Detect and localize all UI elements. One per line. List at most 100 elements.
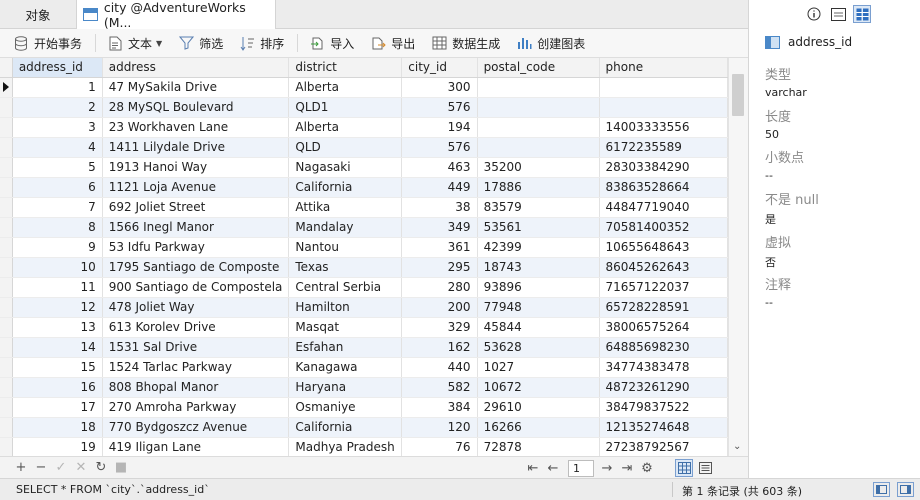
- grid-cell-postal-code[interactable]: 77948: [477, 297, 600, 318]
- panel-left-toggle-icon[interactable]: [873, 482, 890, 497]
- grid-cell-postal-code[interactable]: [477, 97, 600, 118]
- grid-cell-address-id[interactable]: 2: [12, 97, 103, 118]
- grid-cell-phone[interactable]: 71657122037: [599, 277, 728, 298]
- grid-cell-phone[interactable]: 70581400352: [599, 217, 728, 238]
- grid-cell-city-id[interactable]: 440: [401, 357, 478, 378]
- row-selector[interactable]: [0, 437, 13, 456]
- row-selector[interactable]: [0, 277, 13, 298]
- grid-cell-postal-code[interactable]: [477, 77, 600, 98]
- grid-cell-district[interactable]: California: [288, 177, 403, 198]
- table-row[interactable]: 11 900 Santiago de Compostela Central Serb…: [0, 277, 728, 298]
- grid-cell-city-id[interactable]: 349: [401, 217, 478, 238]
- column-header[interactable]: city_id: [401, 58, 478, 78]
- grid-cell-postal-code[interactable]: 18743: [477, 257, 600, 278]
- column-header[interactable]: phone: [599, 58, 728, 78]
- row-selector[interactable]: [0, 337, 13, 358]
- grid-cell-address-id[interactable]: 5: [12, 157, 103, 178]
- table-row[interactable]: 1 47 MySakila Drive Alberta 300: [0, 77, 728, 98]
- row-selector[interactable]: [0, 97, 13, 118]
- grid-cell-address[interactable]: 270 Amroha Parkway: [102, 397, 290, 418]
- grid-cell-address[interactable]: 900 Santiago de Compostela: [102, 277, 290, 298]
- grid-cell-postal-code[interactable]: 1027: [477, 357, 600, 378]
- grid-cell-district[interactable]: Central Serbia: [288, 277, 403, 298]
- table-row[interactable]: 2 28 MySQL Boulevard QLD1 576: [0, 97, 728, 118]
- form-view-icon[interactable]: [696, 459, 714, 477]
- grid-cell-address-id[interactable]: 7: [12, 197, 103, 218]
- grid-cell-phone[interactable]: 10655648643: [599, 237, 728, 258]
- discard-changes-icon[interactable]: ✕: [72, 459, 90, 477]
- grid-cell-postal-code[interactable]: 35200: [477, 157, 600, 178]
- grid-cell-phone[interactable]: 38006575264: [599, 317, 728, 338]
- next-page-icon[interactable]: →: [598, 459, 616, 477]
- grid-cell-city-id[interactable]: 194: [401, 117, 478, 138]
- column-header[interactable]: address: [102, 58, 290, 78]
- sort-button[interactable]: 排序: [236, 32, 287, 54]
- column-header[interactable]: postal_code: [477, 58, 600, 78]
- column-header[interactable]: district: [288, 58, 403, 78]
- settings-gear-icon[interactable]: ⚙: [638, 459, 656, 477]
- grid-cell-address[interactable]: 53 Idfu Parkway: [102, 237, 290, 258]
- grid-cell-district[interactable]: Mandalay: [288, 217, 403, 238]
- grid-cell-address-id[interactable]: 12: [12, 297, 103, 318]
- grid-cell-city-id[interactable]: 384: [401, 397, 478, 418]
- grid-cell-address[interactable]: 1566 Inegl Manor: [102, 217, 290, 238]
- grid-cell-district[interactable]: Osmaniye: [288, 397, 403, 418]
- table-row[interactable]: 3 23 Workhaven Lane Alberta 194 14003333556: [0, 117, 728, 138]
- row-selector[interactable]: [0, 257, 13, 278]
- grid-cell-postal-code[interactable]: 17886: [477, 177, 600, 198]
- row-selector[interactable]: [0, 297, 13, 318]
- grid-cell-address-id[interactable]: 6: [12, 177, 103, 198]
- grid-cell-address[interactable]: 1795 Santiago de Composte: [102, 257, 290, 278]
- refresh-icon[interactable]: ↻: [92, 459, 110, 477]
- grid-cell-address-id[interactable]: 10: [12, 257, 103, 278]
- chevron-down-icon[interactable]: ⌄: [733, 441, 741, 452]
- row-selector[interactable]: [0, 117, 13, 138]
- grid-cell-postal-code[interactable]: 83579: [477, 197, 600, 218]
- grid-cell-postal-code[interactable]: 53628: [477, 337, 600, 358]
- grid-view-icon[interactable]: [675, 459, 693, 477]
- ddl-icon[interactable]: [829, 5, 847, 23]
- grid-cell-district[interactable]: Madhya Pradesh: [288, 437, 403, 456]
- grid-cell-address-id[interactable]: 4: [12, 137, 103, 158]
- page-number-input[interactable]: 1: [568, 459, 594, 477]
- grid-cell-postal-code[interactable]: 10672: [477, 377, 600, 398]
- table-row[interactable]: 13 613 Korolev Drive Masqat 329 45844 3800657…: [0, 317, 728, 338]
- grid-cell-address[interactable]: 1524 Tarlac Parkway: [102, 357, 290, 378]
- grid-cell-address-id[interactable]: 19: [12, 437, 103, 456]
- grid-cell-city-id[interactable]: 576: [401, 97, 478, 118]
- begin-transaction-button[interactable]: 开始事务: [10, 32, 85, 54]
- grid-cell-city-id[interactable]: 582: [401, 377, 478, 398]
- import-button[interactable]: 导入: [306, 32, 357, 54]
- grid-cell-postal-code[interactable]: 93896: [477, 277, 600, 298]
- delete-record-icon[interactable]: −: [32, 459, 50, 477]
- grid-cell-address-id[interactable]: 8: [12, 217, 103, 238]
- grid-cell-district[interactable]: Esfahan: [288, 337, 403, 358]
- grid-cell-city-id[interactable]: 280: [401, 277, 478, 298]
- grid-cell-postal-code[interactable]: [477, 117, 600, 138]
- row-selector[interactable]: [0, 77, 13, 98]
- table-row[interactable]: 4 1411 Lilydale Drive QLD 576 6172235589: [0, 137, 728, 158]
- grid-cell-city-id[interactable]: 162: [401, 337, 478, 358]
- grid-cell-postal-code[interactable]: 16266: [477, 417, 600, 438]
- grid-cell-address[interactable]: 770 Bydgoszcz Avenue: [102, 417, 290, 438]
- previous-page-icon[interactable]: ←: [544, 459, 562, 477]
- grid-cell-address[interactable]: 1411 Lilydale Drive: [102, 137, 290, 158]
- grid-cell-address[interactable]: 478 Joliet Way: [102, 297, 290, 318]
- grid-cell-city-id[interactable]: 329: [401, 317, 478, 338]
- export-button[interactable]: 导出: [367, 32, 418, 54]
- grid-cell-district[interactable]: California: [288, 417, 403, 438]
- grid-cell-district[interactable]: Alberta: [288, 77, 403, 98]
- grid-cell-phone[interactable]: 6172235589: [599, 137, 728, 158]
- grid-cell-district[interactable]: Hamilton: [288, 297, 403, 318]
- grid-cell-postal-code[interactable]: 42399: [477, 237, 600, 258]
- column-header[interactable]: address_id: [12, 58, 103, 78]
- grid-cell-phone[interactable]: 34774383478: [599, 357, 728, 378]
- grid-cell-address[interactable]: 613 Korolev Drive: [102, 317, 290, 338]
- add-record-icon[interactable]: +: [12, 459, 30, 477]
- grid-cell-city-id[interactable]: 38: [401, 197, 478, 218]
- panel-right-toggle-icon[interactable]: [897, 482, 914, 497]
- vertical-scrollbar[interactable]: ⌄: [728, 58, 748, 456]
- row-selector[interactable]: [0, 357, 13, 378]
- grid-cell-city-id[interactable]: 361: [401, 237, 478, 258]
- grid-cell-district[interactable]: Alberta: [288, 117, 403, 138]
